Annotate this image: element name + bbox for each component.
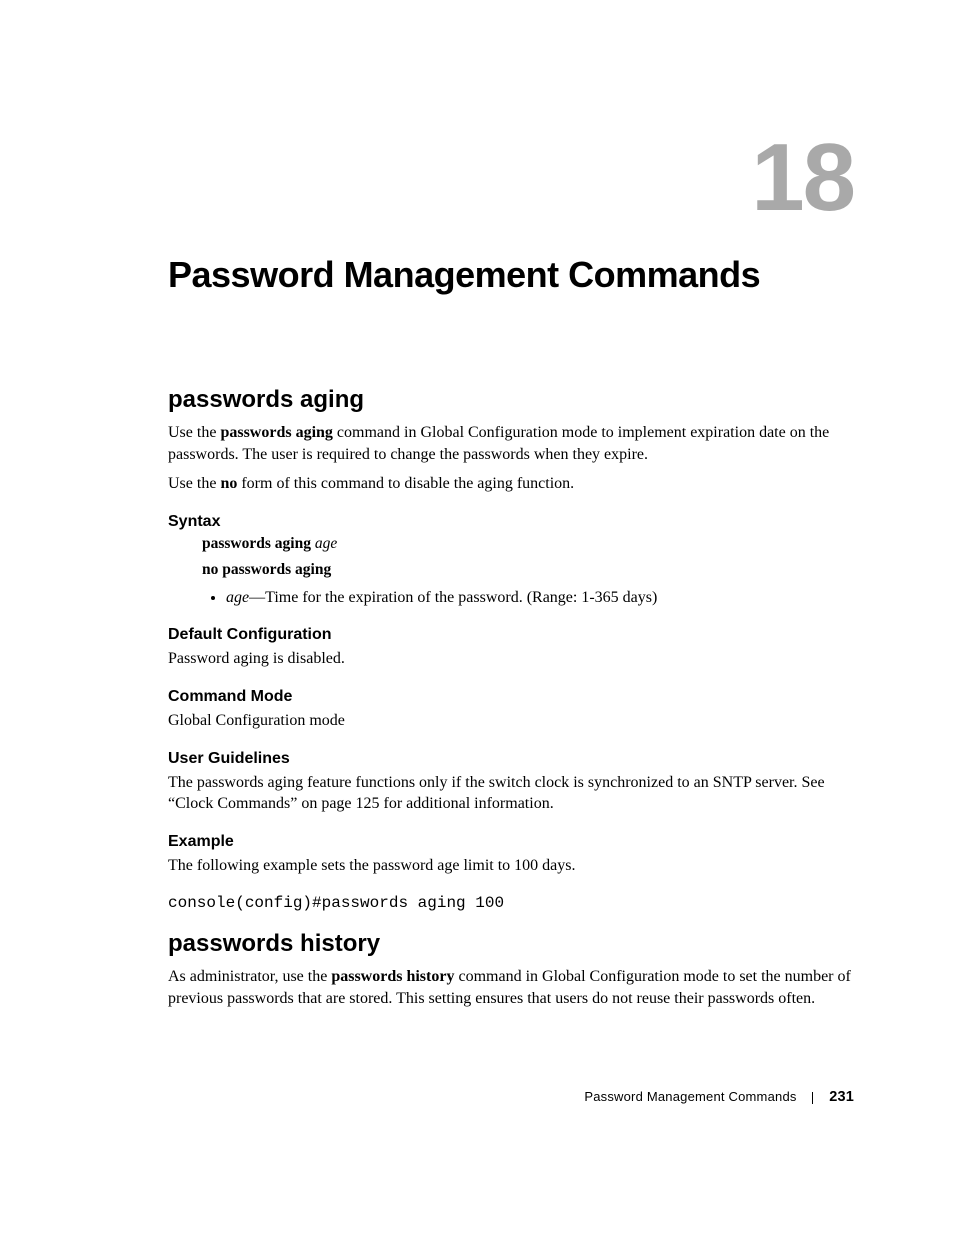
subhead-user-guidelines: User Guidelines: [168, 750, 854, 768]
keyword: no: [220, 475, 237, 492]
syntax-command: passwords aging: [202, 535, 315, 552]
footer-title: Password Management Commands: [584, 1089, 796, 1104]
text: Use the: [168, 424, 220, 441]
chapter-title: Password Management Commands: [168, 254, 854, 296]
page-footer: Password Management Commands 231: [584, 1089, 854, 1105]
text: form of this command to disable the agin…: [237, 475, 574, 492]
syntax-line-1: passwords aging age: [202, 535, 854, 553]
syntax-param: age: [315, 535, 337, 552]
paragraph-history-intro: As administrator, use the passwords hist…: [168, 966, 854, 1009]
command-mode-text: Global Configuration mode: [168, 710, 854, 732]
param-desc: —Time for the expiration of the password…: [249, 589, 657, 606]
page-number: 231: [829, 1089, 854, 1105]
document-page: 18 Password Management Commands password…: [0, 0, 954, 1235]
command-name: passwords history: [331, 968, 454, 985]
user-guidelines-text: The passwords aging feature functions on…: [168, 772, 854, 815]
example-text: The following example sets the password …: [168, 855, 854, 877]
default-config-text: Password aging is disabled.: [168, 648, 854, 670]
section-heading-passwords-aging: passwords aging: [168, 386, 854, 414]
example-code: console(config)#passwords aging 100: [168, 894, 854, 912]
subhead-syntax: Syntax: [168, 513, 854, 531]
subhead-command-mode: Command Mode: [168, 688, 854, 706]
paragraph-aging-intro: Use the passwords aging command in Globa…: [168, 422, 854, 465]
text: Use the: [168, 475, 220, 492]
paragraph-aging-noform: Use the no form of this command to disab…: [168, 473, 854, 495]
footer-separator: [812, 1092, 813, 1104]
subhead-default-config: Default Configuration: [168, 626, 854, 644]
text: As administrator, use the: [168, 968, 331, 985]
chapter-number: 18: [168, 130, 854, 226]
parameter-list: age—Time for the expiration of the passw…: [226, 587, 854, 609]
subhead-example: Example: [168, 833, 854, 851]
parameter-item: age—Time for the expiration of the passw…: [226, 587, 854, 609]
syntax-line-2: no passwords aging: [202, 561, 854, 579]
section-heading-passwords-history: passwords history: [168, 930, 854, 958]
command-name: passwords aging: [220, 424, 332, 441]
param-name: age: [226, 589, 249, 606]
